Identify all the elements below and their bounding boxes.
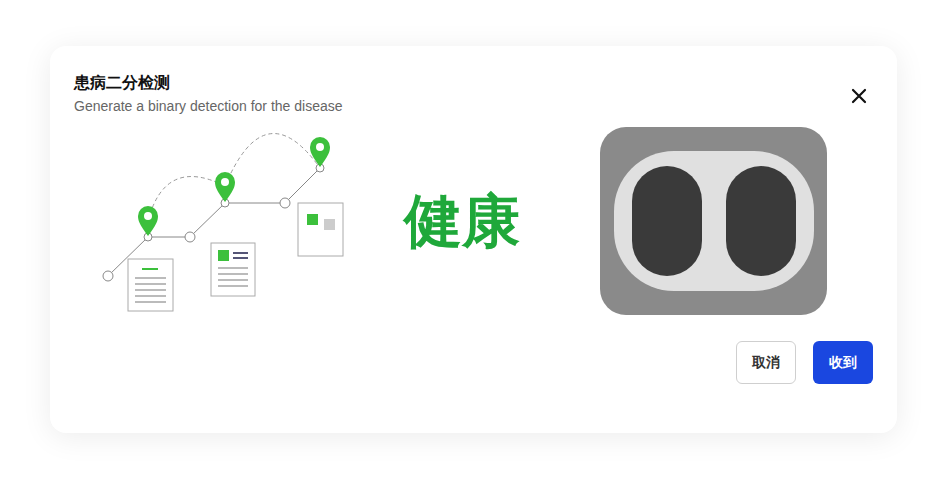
confirm-button[interactable]: 收到 [813,341,873,384]
dialog-header: 患病二分检测 Generate a binary detection for t… [50,46,897,116]
content-row: 健康 [50,126,897,316]
close-icon [851,88,867,104]
dialog-title: 患病二分检测 [74,72,343,94]
dialog-subtitle: Generate a binary detection for the dise… [74,96,343,116]
workflow-illustration-icon [100,126,350,316]
close-button[interactable] [847,84,871,108]
detection-result: 健康 [404,189,520,253]
dialog: 患病二分检测 Generate a binary detection for t… [50,46,897,433]
ct-scan-image [600,127,827,315]
cancel-button[interactable]: 取消 [736,341,796,384]
button-row: 取消收到 [50,341,897,412]
